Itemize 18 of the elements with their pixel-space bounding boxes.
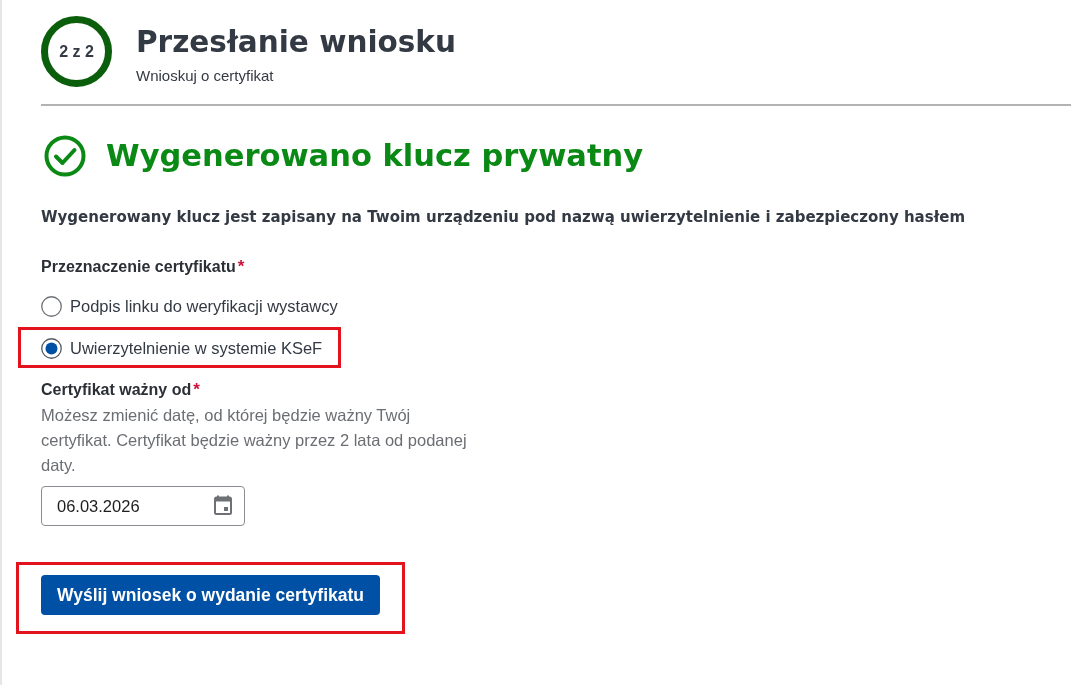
- field-label: Przeznaczenie certyfikatu: [41, 257, 236, 277]
- field-label: Certyfikat ważny od: [41, 380, 192, 400]
- help-text: Możesz zmienić datę, od której będzie ważny Twój certyfikat. Certyfikat będzie ważny przez 2 lata od podanej daty.: [41, 405, 468, 476]
- page-subtitle: Wnioskuj o certyfikat: [136, 66, 275, 85]
- submit-button[interactable]: Wyślij wniosek o wydanie certyfikatu: [41, 575, 380, 615]
- radio-label[interactable]: Podpis linku do weryfikacji wystawcy: [70, 295, 338, 317]
- info-text: Wygenerowany klucz jest zapisany na Twoim urządzeniu pod nazwą uwierzytelnienie i zabezpieczony hasłem: [41, 207, 967, 227]
- page-title: Przesłanie wniosku: [136, 24, 456, 59]
- date-field[interactable]: 06.03.2026: [41, 486, 245, 526]
- radio-label[interactable]: Uwierzytelnienie w systemie KSeF: [70, 337, 323, 359]
- status-heading: Wygenerowano klucz prywatny: [106, 137, 644, 175]
- calendar-icon[interactable]: [214, 495, 232, 515]
- radio-empty-icon[interactable]: [41, 295, 62, 317]
- check-circle-icon: [44, 135, 86, 177]
- required-asterisk: *: [193, 379, 200, 401]
- step-counter: 2 z 2: [41, 16, 112, 87]
- radio-selected-icon[interactable]: [41, 337, 62, 359]
- required-asterisk: *: [237, 256, 245, 278]
